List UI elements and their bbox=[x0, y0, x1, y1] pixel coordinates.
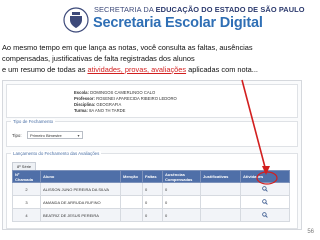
col-aluno: Aluno bbox=[40, 170, 121, 183]
table-header-row: Nº Chamada Aluno Menção Faltas Ausências… bbox=[12, 170, 290, 183]
page-header: SECRETARIA DA EDUCAÇÃO DO ESTADO DE SÃO … bbox=[63, 2, 315, 36]
highlight-activities: atividades, provas, avaliações bbox=[87, 64, 187, 74]
tipo-legend: Tipo de Fechamento bbox=[11, 119, 56, 124]
embedded-screenshot: Escola: DOMINGOS CAMERLINGO CALO Profess… bbox=[2, 80, 302, 230]
col-faltas: Faltas bbox=[142, 170, 163, 183]
lancamento-section: Lançamento do Fechamento das Avaliações … bbox=[6, 151, 298, 229]
col-ausencias: Ausências Compensadas bbox=[162, 170, 201, 183]
search-icon[interactable] bbox=[262, 211, 268, 218]
intro-paragraph: Ao mesmo tempo em que lança as notas, vo… bbox=[2, 43, 318, 75]
table-row: 3 AMANDA DE ARRUDA RUFINO 0 0 bbox=[12, 195, 290, 209]
tipo-select[interactable]: Primeiro Bimestre ▾ bbox=[27, 131, 83, 139]
turma-line: Turma: 8A ANO 7H TARDE bbox=[74, 108, 126, 113]
table-row: 2 ALISSON JUNO PEREIRA DA SILVA 0 0 bbox=[12, 182, 290, 196]
escola-line: Escola: DOMINGOS CAMERLINGO CALO bbox=[74, 90, 156, 95]
professor-line: Professor: ROSENEI APARECIDA RIBEIRO LED… bbox=[74, 96, 177, 101]
table-row: 4 BEATRIZ DE JESUS PEREIRA 0 0 bbox=[12, 208, 290, 222]
lancamento-legend: Lançamento do Fechamento das Avaliações bbox=[11, 151, 102, 156]
col-atividades: Atividades bbox=[240, 170, 290, 183]
app-title: Secretaria Escolar Digital bbox=[93, 15, 263, 31]
disciplina-line: Disciplina: GEOGRAFIA bbox=[74, 102, 122, 107]
search-icon[interactable] bbox=[262, 198, 268, 205]
tipo-fechamento-section: Tipo de Fechamento Tipo: Primeiro Bimest… bbox=[6, 119, 298, 147]
chevron-down-icon: ▾ bbox=[77, 133, 80, 138]
intro-line-1: Ao mesmo tempo em que lança as notas, vo… bbox=[2, 43, 253, 52]
agency-name: SECRETARIA DA EDUCAÇÃO DO ESTADO DE SÃO … bbox=[94, 5, 305, 14]
tipo-label: Tipo: bbox=[12, 133, 22, 138]
intro-line-3: e um resumo de todas as atividades, prov… bbox=[2, 64, 258, 74]
col-chamada: Nº Chamada bbox=[12, 170, 41, 183]
col-mencao: Menção bbox=[120, 170, 143, 183]
page-number: 56 bbox=[307, 229, 314, 235]
sp-gov-logo-icon bbox=[63, 7, 89, 33]
tab-serie[interactable]: 8º Série bbox=[12, 162, 37, 170]
intro-line-2: compensadas, justificativas de falta reg… bbox=[2, 53, 195, 63]
col-justificativas: Justificativas bbox=[200, 170, 241, 183]
class-info-panel: Escola: DOMINGOS CAMERLINGO CALO Profess… bbox=[6, 84, 298, 118]
grades-table: Nº Chamada Aluno Menção Faltas Ausências… bbox=[12, 170, 290, 222]
search-icon[interactable] bbox=[262, 185, 268, 192]
